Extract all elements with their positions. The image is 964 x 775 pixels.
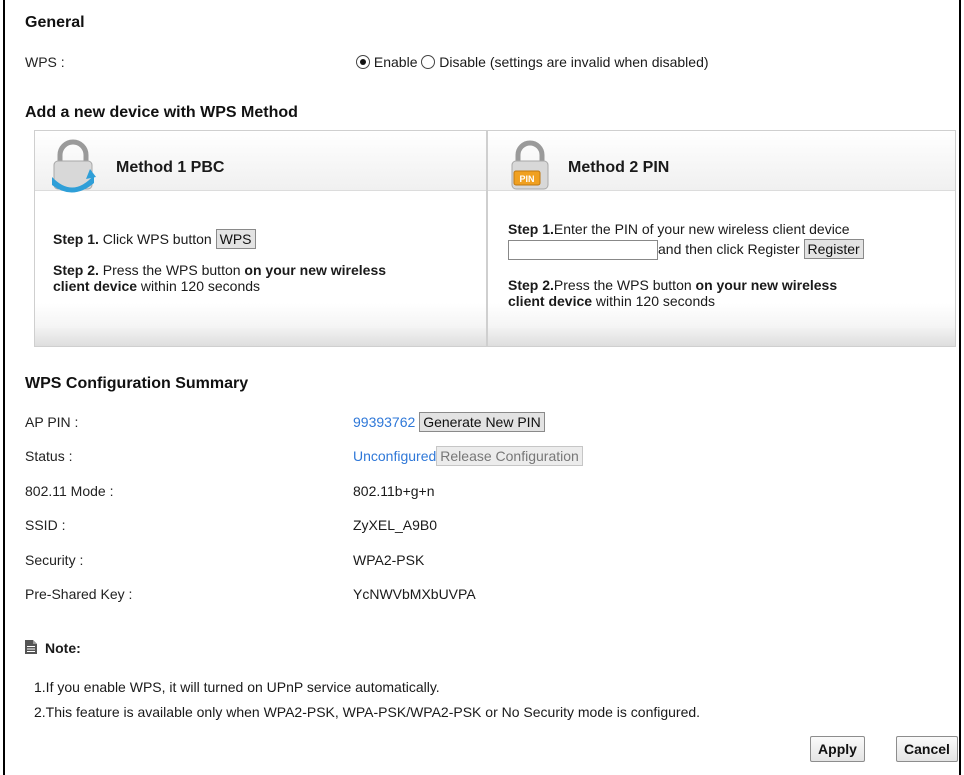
register-button[interactable]: Register: [803, 239, 864, 259]
method1-panel: Method 1 PBC Step 1. Click WPS button WP…: [34, 130, 487, 347]
method2-step1-text2: and then click Register: [658, 241, 800, 257]
ssid-value: ZyXEL_A9B0: [353, 517, 438, 533]
method1-step2-text1: Press the WPS button: [98, 262, 245, 278]
status-value: Unconfigured: [353, 448, 437, 464]
method1-step2-bold3: client device: [53, 278, 138, 294]
method1-step2-text2: within 120 seconds: [137, 278, 261, 294]
wps-radio-group: Enable Disable (settings are invalid whe…: [356, 54, 709, 70]
add-device-section-title: Add a new device with WPS Method: [25, 104, 298, 121]
method1-step1: Step 1. Click WPS button WPS: [53, 229, 256, 249]
method1-step1-text: Click WPS button: [98, 231, 216, 247]
method2-step2-text2: within 120 seconds: [592, 293, 716, 309]
method1-footer: [35, 328, 486, 346]
psk-value: YcNWVbMXbUVPA: [353, 586, 476, 602]
wps-label: WPS :: [25, 54, 65, 70]
method2-header: [488, 131, 955, 191]
method1-step2-bold: Step 2.: [53, 262, 99, 278]
pin-input[interactable]: [508, 240, 658, 261]
method2-step1-text: Enter the PIN of your new wireless clien…: [553, 221, 850, 237]
method2-step1-bold: Step 1.: [508, 221, 554, 237]
wps-enable-radio[interactable]: [356, 55, 370, 69]
method1-title: Method 1 PBC: [116, 159, 225, 176]
wps-enable-label[interactable]: Enable: [374, 54, 418, 70]
method2-panel: PIN Method 2 PIN Step 1.Enter the PIN of…: [487, 130, 956, 347]
ssid-label: SSID :: [25, 517, 66, 533]
cancel-button[interactable]: Cancel: [896, 736, 958, 762]
general-section-title: General: [25, 14, 85, 31]
method2-step1: Step 1.Enter the PIN of your new wireles…: [508, 221, 850, 237]
psk-label: Pre-Shared Key :: [25, 586, 133, 602]
method2-title: Method 2 PIN: [568, 159, 670, 176]
wps-disable-radio[interactable]: [421, 55, 436, 69]
pin-badge-text: PIN: [519, 174, 534, 184]
ap-pin-value: 99393762: [353, 414, 416, 430]
method2-step2: Step 2.Press the WPS button on your new …: [508, 277, 837, 309]
security-value: WPA2-PSK: [353, 552, 425, 568]
method2-step2-bold3: client device: [508, 293, 593, 309]
mode-value: 802.11b+g+n: [353, 483, 435, 499]
status-label: Status :: [25, 448, 73, 464]
method2-footer: [488, 328, 955, 346]
method2-step2-text1: Press the WPS button: [553, 277, 696, 293]
method1-step2: Step 2. Press the WPS button on your new…: [53, 262, 386, 294]
lock-refresh-icon: [52, 139, 96, 193]
method1-step2-bold2: on your new wireless: [244, 262, 387, 278]
ap-pin-label: AP PIN :: [25, 414, 79, 430]
method1-header: [35, 131, 486, 191]
wps-button[interactable]: WPS: [215, 229, 256, 249]
security-label: Security :: [25, 552, 84, 568]
lock-pin-icon: PIN: [511, 140, 549, 190]
mode-label: 802.11 Mode :: [25, 483, 114, 499]
note-title: Note:: [45, 640, 81, 656]
generate-new-pin-button[interactable]: Generate New PIN: [419, 412, 545, 432]
apply-button[interactable]: Apply: [810, 736, 865, 762]
summary-section-title: WPS Configuration Summary: [25, 375, 249, 392]
method2-pin-row: and then click Register Register: [508, 239, 864, 261]
method1-step1-bold: Step 1.: [53, 231, 99, 247]
note-line-2: 2.This feature is available only when WP…: [34, 704, 701, 720]
release-configuration-button[interactable]: Release Configuration: [436, 446, 583, 466]
ap-pin-row: 99393762 Generate New PIN: [353, 412, 545, 432]
note-icon: [25, 640, 37, 654]
status-row: Unconfigured Release Configuration: [353, 446, 583, 466]
note-line-1: 1.If you enable WPS, it will turned on U…: [34, 679, 440, 695]
method2-step2-bold2: on your new wireless: [695, 277, 838, 293]
method2-step2-bold: Step 2.: [508, 277, 554, 293]
wps-disable-label[interactable]: Disable (settings are invalid when disab…: [439, 54, 708, 70]
